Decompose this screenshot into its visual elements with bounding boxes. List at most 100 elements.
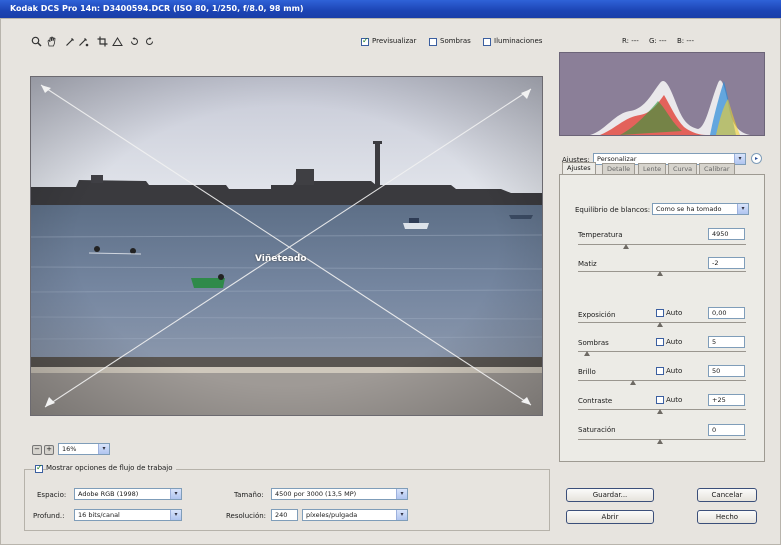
space-label: Espacio: bbox=[37, 491, 67, 499]
brightness-auto-checkbox[interactable] bbox=[656, 367, 664, 375]
bit-depth-select[interactable]: 16 bits/canal ▾ bbox=[74, 509, 182, 521]
rotate-right-icon[interactable] bbox=[143, 36, 155, 48]
histogram bbox=[559, 52, 765, 136]
tint-value: -2 bbox=[712, 259, 719, 267]
contrast-value: +25 bbox=[712, 396, 726, 404]
exposure-input[interactable]: 0,00 bbox=[708, 307, 745, 319]
tab-lente[interactable]: Lente bbox=[638, 163, 667, 174]
done-button[interactable]: Hecho bbox=[697, 510, 757, 524]
resolution-unit-select[interactable]: píxeles/pulgada ▾ bbox=[302, 509, 408, 521]
exposure-auto-label: Auto bbox=[666, 309, 683, 317]
image-size-value: 4500 por 3000 (13,5 MP) bbox=[275, 490, 357, 498]
exposure-auto-checkbox[interactable] bbox=[656, 309, 664, 317]
tint-input[interactable]: -2 bbox=[708, 257, 745, 269]
image-preview[interactable]: Viñeteado bbox=[30, 76, 543, 416]
contrast-label: Contraste bbox=[578, 397, 613, 405]
zoom-icon[interactable] bbox=[30, 36, 42, 48]
depth-label: Profund.: bbox=[33, 512, 65, 520]
zoom-out-button[interactable]: − bbox=[32, 445, 42, 455]
panel-tabs: Ajustes Detalle Lente Curva Calibrar bbox=[562, 162, 762, 174]
cancel-button[interactable]: Cancelar bbox=[697, 488, 757, 502]
image-size-select[interactable]: 4500 por 3000 (13,5 MP) ▾ bbox=[271, 488, 408, 500]
vignette-overlay-label: Viñeteado bbox=[255, 254, 307, 264]
brightness-label: Brillo bbox=[578, 368, 596, 376]
white-balance-value: Como se ha tomado bbox=[656, 205, 722, 213]
rotate-left-icon[interactable] bbox=[128, 36, 140, 48]
tool-bar bbox=[30, 36, 190, 50]
tab-calibrar[interactable]: Calibrar bbox=[699, 163, 735, 174]
shadows-clipping-label: Sombras bbox=[440, 37, 471, 45]
temperature-slider-thumb[interactable] bbox=[623, 244, 629, 249]
chevron-down-icon: ▾ bbox=[170, 510, 181, 520]
resolution-value: 240 bbox=[275, 511, 288, 519]
brightness-value: 50 bbox=[712, 367, 721, 375]
saturation-slider-thumb[interactable] bbox=[657, 439, 663, 444]
tab-detalle[interactable]: Detalle bbox=[602, 163, 636, 174]
shadows-auto-checkbox[interactable] bbox=[656, 338, 664, 346]
exposure-slider-thumb[interactable] bbox=[657, 322, 663, 327]
color-space-select[interactable]: Adobe RGB (1998) ▾ bbox=[74, 488, 182, 500]
window-title-bar: Kodak DCS Pro 14n: D3400594.DCR (ISO 80,… bbox=[0, 0, 781, 18]
show-workflow-options-label: Mostrar opciones de flujo de trabajo bbox=[46, 464, 176, 472]
preview-photo bbox=[31, 77, 542, 415]
show-workflow-options-checkbox[interactable] bbox=[35, 463, 43, 473]
preview-label: Previsualizar bbox=[372, 37, 417, 45]
shadows-slider-track[interactable] bbox=[578, 351, 746, 352]
chevron-down-icon: ▾ bbox=[170, 489, 181, 499]
rgb-readout-b: B: --- bbox=[677, 37, 694, 45]
hand-icon[interactable] bbox=[45, 36, 57, 48]
save-button[interactable]: Guardar... bbox=[566, 488, 654, 502]
workflow-options-group bbox=[24, 469, 550, 531]
chevron-down-icon: ▾ bbox=[98, 444, 109, 454]
tab-curva[interactable]: Curva bbox=[668, 163, 698, 174]
tab-ajustes[interactable]: Ajustes bbox=[562, 162, 596, 174]
window-title: Kodak DCS Pro 14n: D3400594.DCR (ISO 80,… bbox=[10, 4, 304, 13]
open-button[interactable]: Abrir bbox=[566, 510, 654, 524]
shadows-label: Sombras bbox=[578, 339, 609, 347]
brightness-slider-track[interactable] bbox=[578, 380, 746, 381]
zoom-level-select[interactable]: 16% ▾ bbox=[58, 443, 110, 455]
shadows-value: 5 bbox=[712, 338, 717, 346]
color-sampler-icon[interactable] bbox=[77, 36, 89, 48]
chevron-down-icon: ▾ bbox=[737, 204, 748, 214]
contrast-input[interactable]: +25 bbox=[708, 394, 745, 406]
shadows-slider-thumb[interactable] bbox=[584, 351, 590, 356]
saturation-label: Saturación bbox=[578, 426, 616, 434]
brightness-auto-label: Auto bbox=[666, 367, 683, 375]
exposure-value: 0,00 bbox=[712, 309, 727, 317]
resolution-label: Resolución: bbox=[226, 512, 267, 520]
zoom-level-value: 16% bbox=[62, 445, 77, 453]
rgb-readout-r: R: --- bbox=[622, 37, 639, 45]
white-balance-label: Equilibrio de blancos: bbox=[575, 206, 651, 214]
contrast-auto-checkbox[interactable] bbox=[656, 396, 664, 404]
chevron-down-icon: ▾ bbox=[396, 510, 407, 520]
temperature-label: Temperatura bbox=[578, 231, 623, 239]
brightness-input[interactable]: 50 bbox=[708, 365, 745, 377]
color-space-value: Adobe RGB (1998) bbox=[78, 490, 139, 498]
exposure-label: Exposición bbox=[578, 311, 616, 319]
temperature-value: 4950 bbox=[712, 230, 729, 238]
rgb-readout-g: G: --- bbox=[649, 37, 667, 45]
resolution-unit-value: píxeles/pulgada bbox=[306, 511, 358, 519]
saturation-input[interactable]: 0 bbox=[708, 424, 745, 436]
crop-icon[interactable] bbox=[96, 36, 108, 48]
preview-checkbox[interactable] bbox=[361, 36, 369, 46]
shadows-auto-label: Auto bbox=[666, 338, 683, 346]
straighten-icon[interactable] bbox=[111, 36, 123, 48]
temperature-input[interactable]: 4950 bbox=[708, 228, 745, 240]
contrast-auto-label: Auto bbox=[666, 396, 683, 404]
shadows-input[interactable]: 5 bbox=[708, 336, 745, 348]
zoom-in-button[interactable]: + bbox=[44, 445, 54, 455]
bit-depth-value: 16 bits/canal bbox=[78, 511, 120, 519]
shadows-clipping-checkbox[interactable] bbox=[429, 38, 437, 46]
eyedropper-icon[interactable] bbox=[64, 36, 76, 48]
brightness-slider-thumb[interactable] bbox=[630, 380, 636, 385]
highlights-clipping-checkbox[interactable] bbox=[483, 38, 491, 46]
histogram-graph bbox=[590, 80, 750, 135]
contrast-slider-thumb[interactable] bbox=[657, 409, 663, 414]
size-label: Tamaño: bbox=[234, 491, 264, 499]
temperature-slider-track[interactable] bbox=[578, 244, 746, 245]
white-balance-select[interactable]: Como se ha tomado ▾ bbox=[652, 203, 749, 215]
tint-slider-thumb[interactable] bbox=[657, 271, 663, 276]
resolution-input[interactable]: 240 bbox=[271, 509, 298, 521]
